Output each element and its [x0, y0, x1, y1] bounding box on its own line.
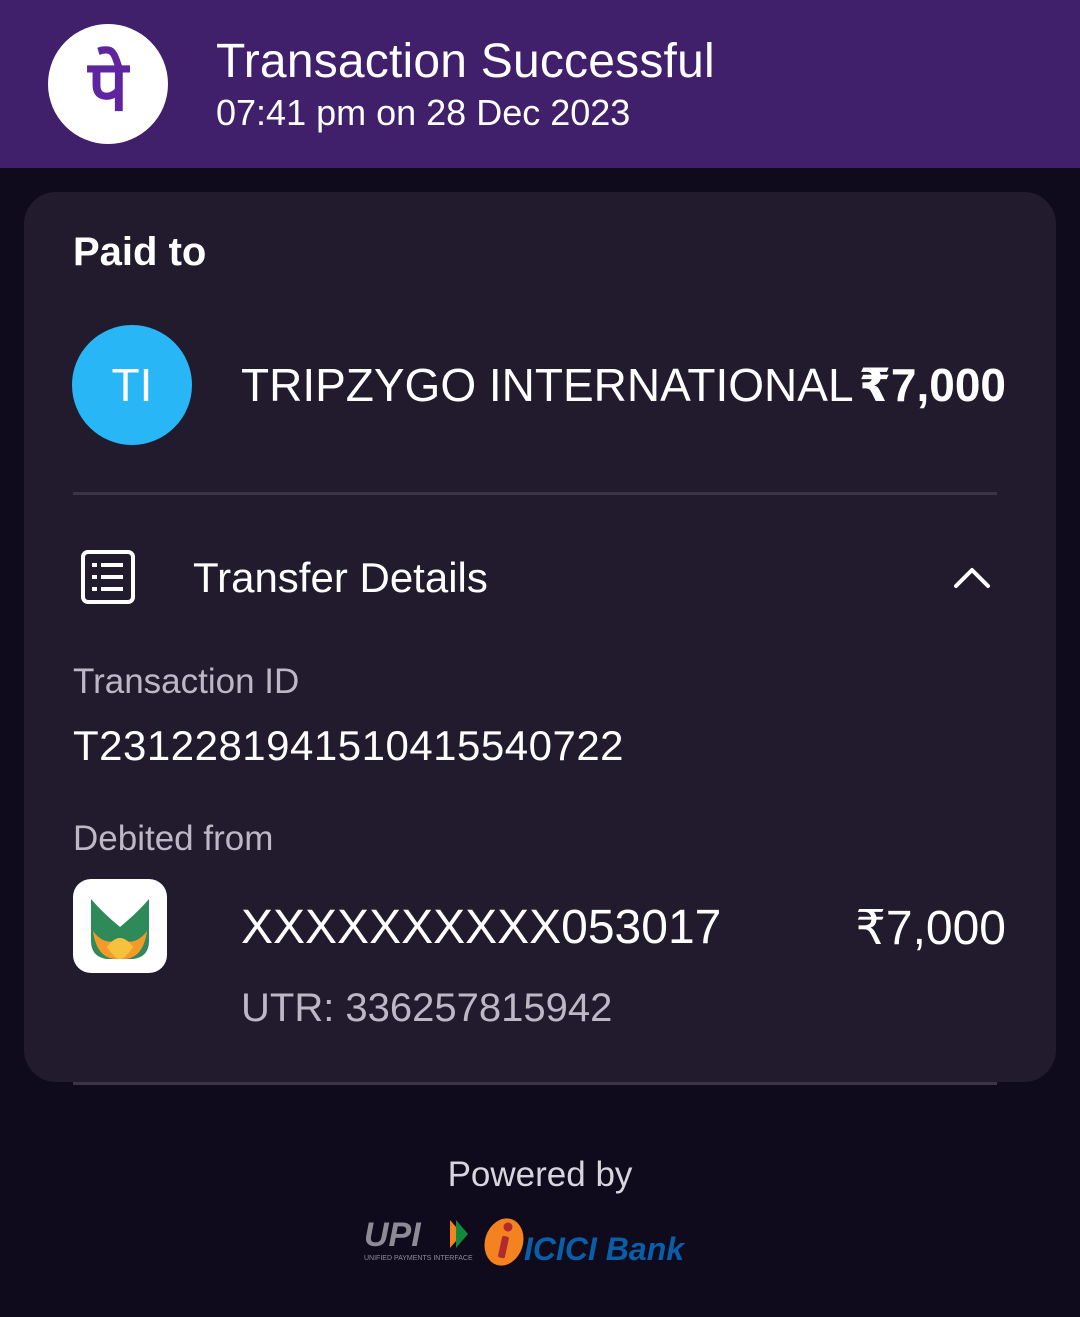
phonepe-logo: पे — [48, 24, 168, 144]
transaction-timestamp: 07:41 pm on 28 Dec 2023 — [216, 92, 631, 133]
payee-avatar: TI — [72, 325, 192, 445]
list-document-icon[interactable] — [80, 549, 136, 605]
header-bar: पे Transaction Successful 07:41 pm on 28… — [0, 0, 1080, 168]
payee-name: TRIPZYGO INTERNATIONAL — [241, 359, 854, 411]
upi-logo-text: UPI — [364, 1216, 422, 1254]
paid-to-label: Paid to — [73, 230, 207, 274]
transaction-id-value: T2312281941510415540722 — [73, 722, 625, 769]
bank-logo — [73, 879, 167, 973]
transaction-id-label: Transaction ID — [73, 662, 300, 701]
debited-from-label: Debited from — [73, 819, 274, 858]
footer-divider — [73, 1082, 997, 1085]
utr-number: UTR: 336257815942 — [241, 986, 613, 1030]
header-title: Transaction Successful — [216, 35, 715, 88]
transfer-details-toggle[interactable]: Transfer Details — [193, 554, 488, 602]
phonepe-logo-icon: पे — [86, 45, 130, 127]
payee-amount: ₹7,000 — [858, 359, 1006, 411]
icici-bank-logo-text: ICICI Bank — [524, 1231, 686, 1267]
powered-by-label: Powered by — [447, 1155, 633, 1194]
debit-amount: ₹7,000 — [855, 902, 1006, 955]
account-number: XXXXXXXXXX053017 — [241, 901, 722, 954]
section-divider — [73, 492, 997, 495]
chevron-up-icon[interactable] — [952, 562, 992, 592]
upi-logo: UPI UNIFIED PAYMENTS INTERFACE — [364, 1216, 473, 1262]
bank-leaf-icon — [91, 899, 149, 960]
phonepe-logo-glyph: पे — [86, 45, 130, 127]
upi-logo-subtext: UNIFIED PAYMENTS INTERFACE — [364, 1255, 473, 1262]
transaction-receipt-page: पे Transaction Successful 07:41 pm on 28… — [0, 0, 1080, 1317]
icici-bank-logo: ICICI Bank — [484, 1218, 686, 1267]
